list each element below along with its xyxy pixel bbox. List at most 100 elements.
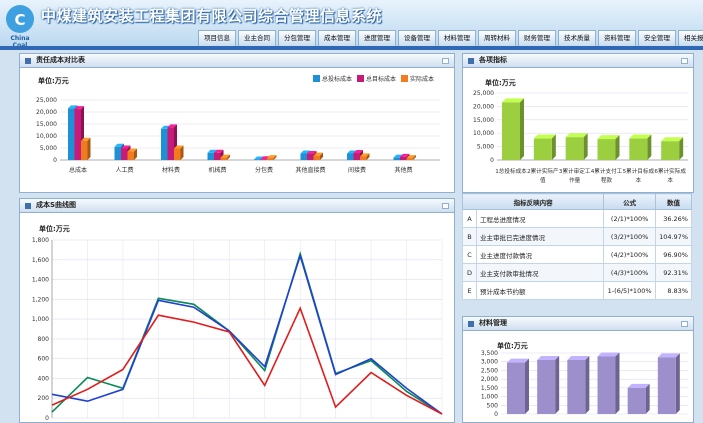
cost-bar-front — [300, 153, 307, 160]
s-curve-tick-label: 0 — [45, 415, 49, 422]
cost-bar — [267, 155, 277, 160]
charts-layer: 0 5,000 10,000 15,000 20,000 25,000 总成本 人工费 材料费 机… — [32, 75, 688, 422]
indicator-category-label: 4累计支付工 — [591, 167, 623, 175]
materials-bar-side — [615, 352, 620, 414]
s-curve-tick-label: 400 — [38, 375, 50, 382]
indicator-bar — [565, 133, 588, 160]
indicator-bar — [629, 134, 652, 160]
cost-bar-front — [220, 157, 227, 160]
cost-category-label: 人工费 — [115, 166, 133, 174]
indicator-chart-tick-label: 5,000 — [477, 144, 494, 151]
indicator-bar — [533, 134, 556, 160]
cost-bar-front — [393, 157, 400, 160]
cost-category-label: 其他直接费 — [295, 166, 325, 174]
indicator-bar-side — [520, 98, 524, 160]
legend-label: 实际成本 — [410, 75, 434, 83]
materials-bar — [537, 355, 560, 414]
cost-bar-front — [167, 127, 174, 160]
indicator-bar-front — [597, 139, 616, 160]
cost-chart-tick-label: 0 — [53, 157, 57, 164]
indicator-category-label: 本 — [667, 176, 673, 184]
indicator-bar-side — [647, 134, 652, 160]
indicator-chart-tick-label: 15,000 — [473, 117, 494, 124]
cost-bar-front — [114, 146, 121, 160]
cost-bar — [127, 148, 137, 160]
indicator-bar-front — [629, 138, 648, 160]
cost-chart-tick-label: 10,000 — [36, 133, 57, 140]
cost-category-label: 材料费 — [162, 166, 180, 174]
cost-bar-front — [214, 152, 221, 160]
cost-bar-front — [127, 151, 134, 160]
legend-label: 总投标成本 — [322, 75, 352, 83]
cost-bar-front — [347, 153, 354, 160]
materials-bar-side — [675, 353, 680, 414]
materials-bar-front — [597, 356, 616, 414]
materials-bar-front — [507, 362, 525, 414]
s-curve-tick-label: 1,800 — [32, 237, 49, 244]
indicator-bar — [502, 98, 524, 160]
materials-bar-side — [645, 383, 650, 414]
cost-bar-front — [174, 148, 181, 160]
materials-chart-tick-label: 3,000 — [481, 359, 498, 366]
indicator-category-label: 程款 — [601, 176, 613, 184]
legend-swatch — [401, 75, 408, 82]
materials-bar-front — [567, 359, 586, 414]
indicator-category-label: 3累计审定工 — [559, 167, 591, 175]
cost-bar-front — [81, 140, 88, 160]
cost-bar-front — [68, 108, 75, 160]
indicator-chart-tick-label: 25,000 — [473, 90, 494, 97]
indicator-bar-side — [615, 135, 620, 160]
indicator-category-label: 2累计实际产 — [527, 167, 559, 175]
cost-category-label: 分包费 — [255, 166, 273, 174]
legend-swatch — [313, 75, 320, 82]
indicator-category-label: 值 — [540, 176, 546, 184]
cost-category-label: 其他费 — [394, 166, 412, 174]
materials-bar — [597, 352, 620, 414]
indicator-bar-side — [679, 137, 684, 160]
cost-bar-front — [406, 158, 413, 160]
cost-chart-tick-label: 15,000 — [36, 121, 57, 128]
materials-bar-front — [627, 387, 646, 414]
materials-bar-side — [555, 355, 560, 414]
cost-bar-front — [260, 159, 267, 160]
cost-bar-front — [400, 156, 407, 160]
s-curve-tick-label: 1,600 — [32, 257, 49, 264]
indicator-bar-front — [533, 138, 552, 160]
materials-bar-front — [657, 357, 676, 414]
cost-bar-side — [87, 137, 91, 160]
s-curve-tick-label: 600 — [38, 356, 50, 363]
indicator-category-label: 6累计实际成 — [654, 167, 686, 175]
s-curve-tick-label: 800 — [38, 336, 50, 343]
s-curve-tick-label: 1,400 — [32, 277, 49, 284]
legend-label: 总目标成本 — [366, 75, 396, 83]
indicator-chart-tick-label: 0 — [490, 157, 494, 164]
indicator-bar-front — [661, 141, 680, 160]
cost-chart-tick-label: 20,000 — [36, 109, 57, 116]
s-curve-tick-label: 200 — [38, 395, 50, 402]
indicator-category-label: 本 — [636, 176, 642, 184]
materials-bar — [507, 358, 529, 414]
cost-bar — [81, 137, 91, 160]
materials-chart-tick-label: 0 — [494, 411, 498, 418]
indicator-bar-front — [565, 137, 584, 160]
cost-category-label: 机械费 — [208, 166, 226, 174]
materials-chart-tick-label: 3,500 — [481, 350, 498, 357]
indicator-chart-tick-label: 10,000 — [473, 130, 494, 137]
cost-bar-front — [353, 153, 360, 160]
materials-chart-tick-label: 1,500 — [481, 385, 498, 392]
indicator-bar — [597, 135, 620, 160]
materials-bar — [567, 355, 590, 414]
materials-chart-tick-label: 2,000 — [481, 376, 498, 383]
indicator-bar-front — [502, 102, 520, 160]
materials-chart-tick-label: 1,000 — [481, 394, 498, 401]
indicator-bar-side — [551, 134, 556, 160]
legend-swatch — [357, 75, 364, 82]
materials-chart-tick-label: 2,500 — [481, 367, 498, 374]
materials-bar-front — [537, 359, 556, 414]
cost-chart-tick-label: 25,000 — [36, 97, 57, 104]
materials-chart-tick-label: 500 — [487, 402, 499, 409]
materials-bar — [657, 353, 680, 414]
s-curve-tick-label: 1,200 — [32, 296, 49, 303]
cost-chart-tick-label: 5,000 — [40, 145, 57, 152]
s-curve-series-line — [51, 251, 443, 415]
